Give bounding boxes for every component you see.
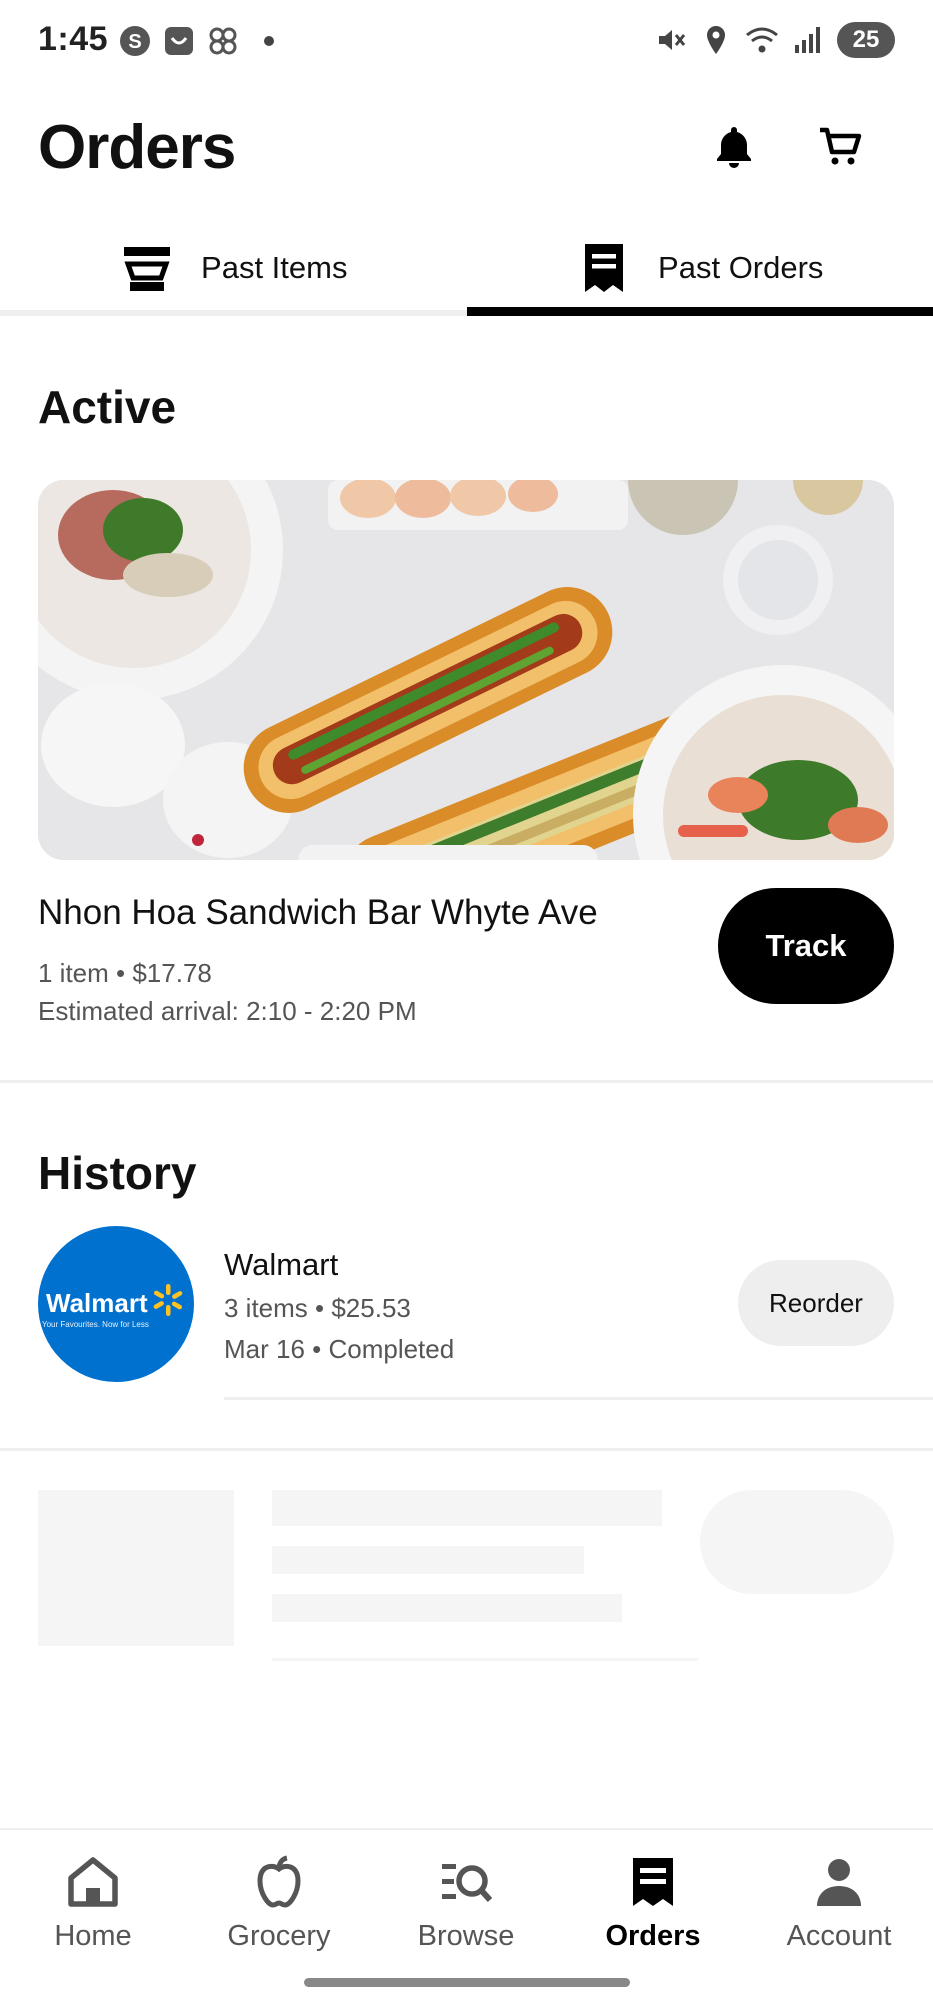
skeleton-line (272, 1490, 662, 1526)
restaurant-food-image[interactable] (38, 480, 894, 860)
track-button[interactable]: Track (718, 888, 894, 1004)
notifications-button[interactable] (704, 116, 764, 176)
tab-past-items-label: Past Items (201, 250, 348, 285)
active-order-arrival: Estimated arrival: 2:10 - 2:20 PM (38, 996, 417, 1026)
tab-past-items-underline (0, 310, 467, 316)
nav-browse[interactable]: Browse (373, 1830, 559, 1970)
cart-button[interactable] (810, 116, 870, 176)
receipt-icon (585, 244, 624, 292)
walmart-logo-tagline: Your Favourites. Now for Less (42, 1320, 149, 1329)
mute-icon (653, 23, 687, 57)
home-indicator[interactable] (304, 1978, 630, 1987)
active-order-summary: 1 item • $17.78 (38, 958, 212, 988)
walmart-logo[interactable]: Walmart Your Favourites. Now for Less (38, 1226, 194, 1382)
tab-past-orders-underline (466, 307, 933, 316)
nav-account[interactable]: Account (746, 1830, 932, 1970)
history-section-title: History (38, 1147, 197, 1199)
signal-icon (791, 23, 825, 57)
section-divider (0, 1080, 933, 1083)
skeleton-line (272, 1546, 584, 1574)
person-icon (817, 1859, 861, 1906)
bowl-icon (124, 247, 171, 291)
nav-account-label: Account (786, 1920, 892, 1952)
walmart-spark-icon (153, 1284, 183, 1316)
status-time: 1:45 (38, 20, 109, 58)
svg-text:S: S (128, 31, 141, 53)
skeleton-divider (272, 1658, 698, 1661)
food-photo (38, 480, 894, 860)
nav-grocery-label: Grocery (227, 1920, 331, 1952)
row-divider (224, 1397, 933, 1400)
skeleton-thumbnail (38, 1490, 234, 1646)
skeleton-line (272, 1594, 622, 1622)
walmart-logo-text: Walmart (46, 1288, 148, 1318)
apple-icon (257, 1855, 301, 1908)
nav-browse-label: Browse (417, 1920, 515, 1952)
battery-indicator: 25 (837, 22, 895, 58)
tab-past-orders-label: Past Orders (658, 250, 824, 285)
history-order-status: Mar 16 • Completed (224, 1334, 455, 1364)
browse-icon (442, 1864, 493, 1903)
nav-home[interactable]: Home (0, 1830, 186, 1970)
nav-home-label: Home (54, 1920, 132, 1952)
shop-bag-icon (162, 24, 196, 58)
tab-past-items[interactable]: Past Items (0, 220, 467, 316)
history-store-name[interactable]: Walmart (224, 1247, 338, 1283)
reorder-button[interactable]: Reorder (738, 1260, 894, 1346)
pinwheel-icon (206, 24, 240, 58)
orders-tabs: Past Items Past Orders (0, 220, 933, 316)
page-title: Orders (38, 113, 236, 182)
nav-orders-label: Orders (605, 1920, 701, 1952)
home-icon (68, 1857, 118, 1907)
location-icon (699, 23, 733, 57)
bell-icon (717, 127, 751, 168)
nav-orders[interactable]: Orders (560, 1830, 746, 1970)
tab-past-orders[interactable]: Past Orders (466, 220, 933, 316)
more-notifications-dot (264, 36, 274, 46)
skeleton-button (700, 1490, 894, 1594)
status-bar: 1:45 S 25 (0, 0, 933, 80)
cart-icon (820, 127, 862, 165)
s-app-icon: S (118, 24, 152, 58)
active-store-name[interactable]: Nhon Hoa Sandwich Bar Whyte Ave (38, 893, 598, 933)
wifi-6e-icon (745, 23, 779, 57)
history-order-summary: 3 items • $25.53 (224, 1293, 411, 1323)
receipt-icon (633, 1858, 673, 1906)
active-section-title: Active (38, 381, 177, 433)
status-notification-icons: S (118, 24, 274, 58)
nav-grocery[interactable]: Grocery (186, 1830, 372, 1970)
loading-divider (0, 1448, 933, 1451)
status-system-icons: 25 (653, 22, 895, 58)
bottom-navigation: Home Grocery Browse Orders Account (0, 1828, 933, 2000)
